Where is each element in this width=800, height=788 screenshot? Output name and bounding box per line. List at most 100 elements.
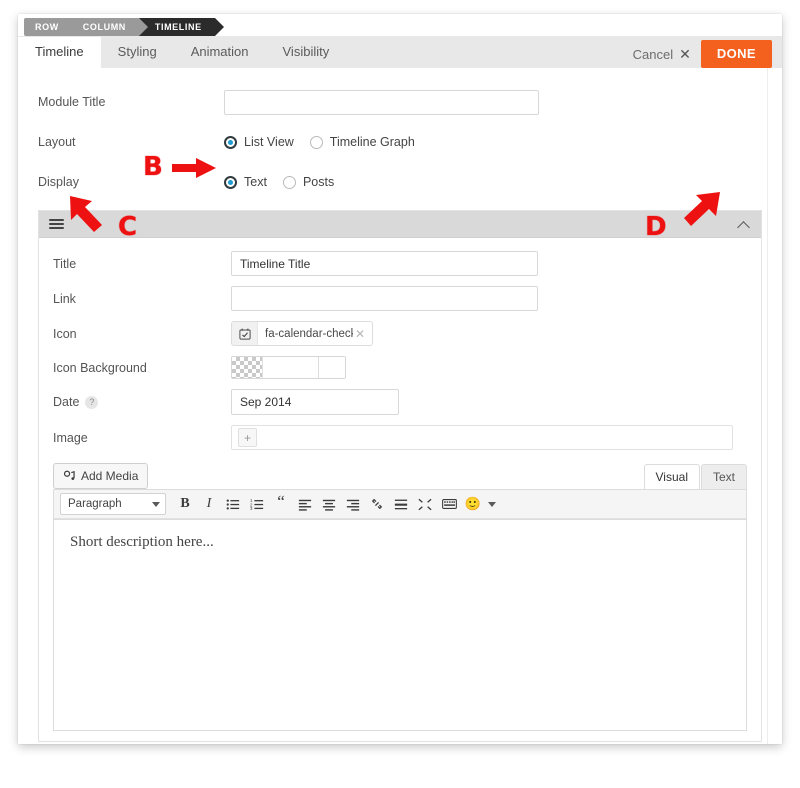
timeline-item-body: Title Timeline Title Link Icon fa-calend… (39, 238, 761, 741)
field-row-layout: Layout List View Timeline Graph (18, 122, 782, 162)
field-row-icon: Icon fa-calendar-check ✕ (39, 316, 761, 351)
read-more-icon[interactable] (390, 493, 412, 515)
align-left-icon[interactable] (294, 493, 316, 515)
field-row-image: Image + (39, 420, 761, 455)
image-picker[interactable]: + (231, 425, 733, 450)
date-input[interactable]: Sep 2014 (231, 389, 399, 415)
editor-toolbar: Paragraph B I 1 2 3 “ 🙂 (54, 490, 746, 519)
chevron-down-icon (488, 501, 496, 507)
tab-bar: Timeline Styling Animation Visibility Ca… (18, 36, 782, 69)
tab-visibility[interactable]: Visibility (266, 37, 347, 68)
add-image-button[interactable]: + (238, 428, 257, 447)
color-swatch[interactable] (232, 357, 263, 378)
format-select-value: Paragraph (68, 498, 122, 510)
field-row-display: Display Text Posts (18, 162, 782, 202)
tab-timeline[interactable]: Timeline (18, 37, 101, 68)
title-label: Title (53, 256, 77, 271)
timeline-item-header (39, 211, 761, 238)
radio-icon (282, 175, 296, 189)
icon-value: fa-calendar-check (265, 327, 353, 340)
tab-animation[interactable]: Animation (174, 37, 266, 68)
field-row-title: Title Timeline Title (39, 246, 761, 281)
icon-clear-button[interactable]: ✕ (353, 327, 372, 341)
radio-icon (224, 135, 237, 149)
icon-label: Icon (53, 326, 77, 341)
fullscreen-icon[interactable] (414, 493, 436, 515)
align-center-icon[interactable] (318, 493, 340, 515)
chevron-down-icon (152, 501, 160, 507)
italic-icon[interactable]: I (198, 493, 220, 515)
image-label: Image (53, 430, 88, 445)
breadcrumb-item-column[interactable]: COLUMN (71, 18, 148, 36)
display-label: Display (38, 175, 79, 189)
breadcrumb: ROW COLUMN TIMELINE (24, 18, 224, 36)
editor-content-area[interactable]: Short description here... (53, 520, 747, 731)
editor-content-text[interactable]: Short description here... (54, 520, 746, 744)
layout-radio-timeline-graph[interactable]: Timeline Graph (309, 135, 415, 149)
media-icon (63, 470, 76, 483)
editor-tab-text[interactable]: Text (700, 464, 747, 489)
settings-body: Module Title Layout List View Timeline G… (18, 68, 782, 744)
bold-icon[interactable]: B (174, 493, 196, 515)
link-label: Link (53, 291, 76, 306)
icon-background-colorpicker[interactable] (231, 356, 346, 379)
accordion-collapse-toggle[interactable] (738, 220, 751, 228)
editor-tab-visual[interactable]: Visual (643, 464, 700, 489)
radio-label: Posts (302, 175, 335, 189)
field-row-module-title: Module Title (18, 82, 782, 122)
numbered-list-icon[interactable]: 1 2 3 (246, 493, 268, 515)
done-button[interactable]: DONE (700, 40, 772, 68)
breadcrumb-label: ROW (35, 22, 59, 32)
display-radio-group: Text Posts (224, 175, 334, 189)
screenshot-root: ROW COLUMN TIMELINE Timeline Styling Ani… (0, 0, 800, 788)
add-media-label: Add Media (81, 469, 139, 483)
insert-link-icon[interactable] (366, 493, 388, 515)
timeline-item-panel: Title Timeline Title Link Icon fa-calend… (38, 210, 762, 742)
field-row-icon-background: Icon Background (39, 351, 761, 384)
close-icon: ✕ (679, 46, 691, 62)
add-media-button[interactable]: Add Media (53, 463, 149, 489)
svg-text:3: 3 (250, 506, 253, 511)
keyboard-shortcuts-icon[interactable] (438, 493, 460, 515)
cancel-label: Cancel (632, 46, 674, 62)
layout-radio-list-view[interactable]: List View (224, 135, 294, 149)
icon-select[interactable]: fa-calendar-check ✕ (231, 321, 374, 346)
editor-toolbar-top: Add Media Visual Text (53, 461, 747, 489)
blockquote-icon[interactable]: “ (270, 491, 292, 518)
header-actions: Cancel ✕ DONE (633, 40, 772, 68)
breadcrumb-item-timeline[interactable]: TIMELINE (138, 18, 224, 36)
color-picker-button[interactable] (319, 357, 345, 378)
module-title-input[interactable] (224, 89, 539, 115)
content-editor: Add Media Visual Text Paragraph B I 1 2 … (53, 461, 747, 731)
field-row-date: Date ? Sep 2014 (39, 384, 761, 420)
color-value-field[interactable] (263, 357, 319, 378)
display-radio-text[interactable]: Text (224, 175, 267, 189)
radio-icon (224, 175, 237, 189)
date-label-text: Date (53, 395, 80, 409)
radio-label: Text (244, 175, 267, 189)
emoji-icon[interactable]: 🙂 (462, 493, 484, 515)
align-right-icon[interactable] (342, 493, 364, 515)
link-input[interactable] (231, 286, 538, 311)
breadcrumb-item-row[interactable]: ROW (24, 18, 81, 36)
editor-mode-tabs: Visual Text (643, 464, 747, 489)
calendar-check-icon (232, 322, 258, 345)
emoji-dropdown-icon[interactable] (486, 493, 498, 515)
editor-toolbar-container: Paragraph B I 1 2 3 “ 🙂 (53, 489, 747, 520)
icon-background-label: Icon Background (53, 360, 147, 375)
module-title-label: Module Title (38, 95, 106, 109)
title-input[interactable]: Timeline Title (231, 251, 538, 276)
tab-styling[interactable]: Styling (101, 37, 174, 68)
radio-icon (309, 135, 323, 149)
display-radio-posts[interactable]: Posts (282, 175, 335, 189)
breadcrumb-label: COLUMN (82, 22, 126, 32)
layout-radio-group: List View Timeline Graph (224, 135, 415, 149)
breadcrumb-label: TIMELINE (154, 22, 202, 32)
format-select[interactable]: Paragraph (60, 493, 166, 515)
accordion-drag-handle[interactable] (49, 219, 64, 229)
bulleted-list-icon[interactable] (222, 493, 244, 515)
vertical-scrollbar[interactable] (767, 68, 782, 744)
cancel-button[interactable]: Cancel ✕ (633, 47, 691, 62)
help-icon[interactable]: ? (85, 395, 99, 409)
timeline-settings-modal: ROW COLUMN TIMELINE Timeline Styling Ani… (18, 14, 782, 744)
